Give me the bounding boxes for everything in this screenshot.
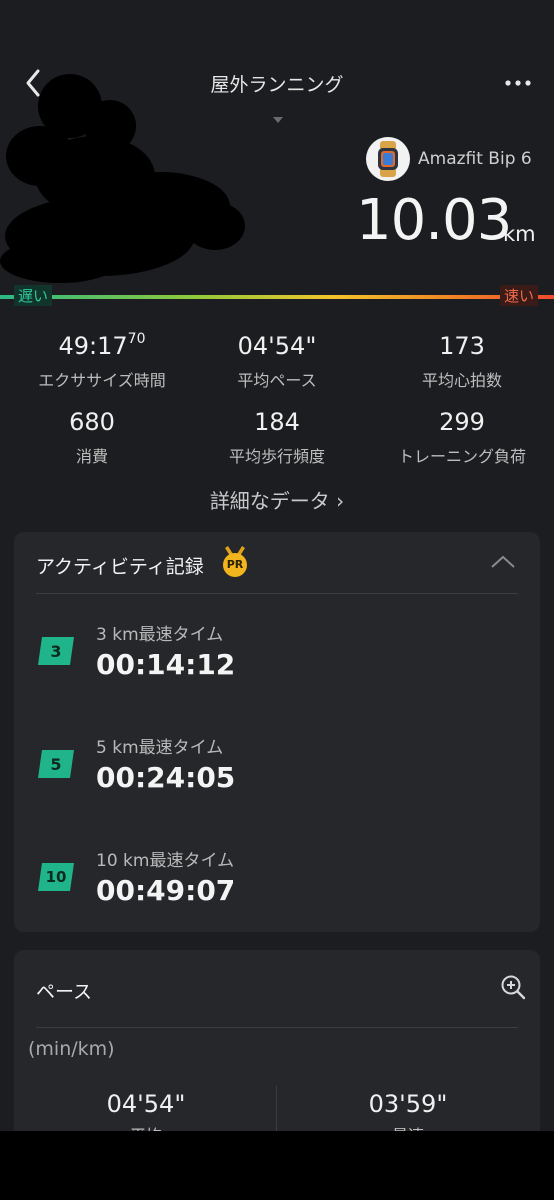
stat-exercise-time: 49:1770 エクササイズ時間 (10, 331, 194, 391)
zoom-in-icon[interactable] (500, 974, 526, 1000)
stat-label: 平均ペース (237, 371, 317, 390)
chevron-up-icon[interactable] (490, 554, 516, 570)
record-title: 5 km最速タイム (96, 738, 224, 758)
card-title: アクティビティ記録 (36, 556, 204, 578)
stat-value: 173 (439, 332, 485, 360)
distance-unit: km (503, 222, 536, 246)
stat-calories: 680 消費 (0, 408, 184, 467)
speed-gradient-bar (0, 295, 554, 299)
pace-unit: (min/km) (28, 1038, 115, 1060)
stat-avg-cadence: 184 平均歩行頻度 (185, 408, 369, 467)
chevron-down-icon[interactable] (272, 116, 284, 124)
divider (36, 593, 518, 594)
record-badge-3km: 3 (38, 637, 74, 665)
device-name: Amazfit Bip 6 (418, 149, 532, 169)
pace-best-value: 03'59" (368, 1090, 448, 1118)
record-time: 00:14:12 (96, 648, 236, 681)
card-title: ペース (36, 981, 93, 1003)
stat-label: トレーニング負荷 (397, 447, 526, 466)
stat-training-load: 299 トレーニング負荷 (370, 408, 554, 467)
record-badge-text: 10 (45, 868, 67, 886)
pr-badge-text: PR (226, 558, 244, 571)
redaction-overlay (0, 74, 245, 283)
record-title: 3 km最速タイム (96, 625, 224, 645)
pace-avg-value: 04'54" (106, 1090, 186, 1118)
detailed-data-link[interactable]: 詳細なデータ › (0, 485, 554, 514)
more-options-icon[interactable] (500, 68, 536, 98)
divider (36, 1027, 518, 1028)
stat-label: 平均心拍数 (421, 371, 502, 390)
record-badge-text: 5 (50, 755, 62, 774)
stat-value: 49:17 (58, 332, 128, 360)
stat-label: 平均歩行頻度 (228, 447, 325, 466)
record-badge-5km: 5 (38, 750, 74, 778)
record-time: 00:24:05 (96, 761, 236, 794)
stat-value: 680 (69, 408, 115, 436)
pace-divider (276, 1086, 277, 1136)
pr-medal-icon: PR (220, 546, 250, 578)
stat-label: エクササイズ時間 (38, 371, 166, 390)
stat-value-fraction: 70 (127, 331, 146, 347)
stat-value: 04'54" (237, 332, 317, 360)
fast-label: 速い (500, 285, 539, 306)
stat-label: 消費 (75, 447, 108, 466)
record-title: 10 km最速タイム (96, 851, 235, 871)
navigation-bar (0, 1131, 554, 1200)
stat-avg-pace: 04'54" 平均ペース (185, 332, 369, 391)
distance-value: 10.03 (356, 188, 512, 253)
record-badge-text: 3 (50, 642, 62, 661)
stat-avg-heart-rate: 173 平均心拍数 (370, 332, 554, 391)
slow-label: 遅い (14, 285, 53, 306)
stat-value: 299 (439, 408, 485, 436)
watch-icon (366, 137, 410, 181)
stat-value: 184 (254, 408, 300, 436)
activity-records-card: アクティビティ記録 PR 3 3 km最速タイム 00:14:12 5 5 km… (14, 532, 540, 932)
record-time: 00:49:07 (96, 874, 236, 907)
record-badge-10km: 10 (38, 863, 74, 891)
